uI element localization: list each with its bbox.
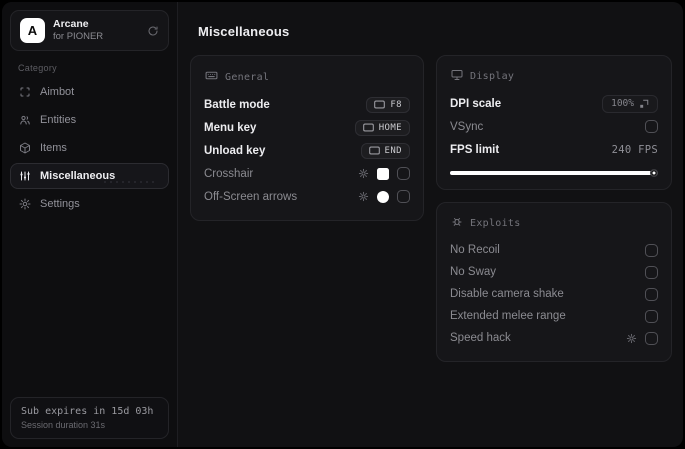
- exploits-panel-title: Exploits: [470, 218, 521, 229]
- app-logo: A: [20, 18, 45, 43]
- setting-label: VSync: [450, 120, 484, 133]
- checkbox-no-recoil[interactable]: [645, 243, 658, 257]
- setting-label: DPI scale: [450, 97, 502, 110]
- setting-label: Battle mode: [204, 98, 270, 111]
- keybind-battle-mode[interactable]: F8: [366, 96, 410, 113]
- gear-icon[interactable]: [358, 168, 369, 179]
- setting-row-extended-melee-range: Extended melee range: [450, 305, 658, 327]
- keybind-menu-key[interactable]: HOME: [354, 119, 410, 136]
- app-title: Arcane: [53, 18, 89, 30]
- setting-label: No Sway: [450, 266, 497, 278]
- setting-label: Menu key: [204, 121, 257, 134]
- page-title: Miscellaneous: [198, 24, 290, 39]
- dpi-scale-select[interactable]: 100%: [602, 94, 658, 113]
- display-panel: Display DPI scale 100% VSync FPS limit 2…: [436, 55, 672, 190]
- color-swatch[interactable]: [377, 167, 389, 180]
- sidebar-item-miscellaneous[interactable]: Miscellaneous: [10, 163, 169, 189]
- sidebar-item-label: Entities: [40, 114, 77, 126]
- fps-limit-value: 240 FPS: [611, 143, 658, 156]
- setting-label: Off-Screen arrows: [204, 190, 298, 203]
- keybind-value: HOME: [378, 122, 402, 133]
- setting-row-menu-key: Menu key HOME: [204, 116, 410, 139]
- setting-row-dpi-scale: DPI scale 100%: [450, 92, 658, 115]
- checkbox-crosshair[interactable]: [397, 167, 410, 180]
- miscellaneous-icon: [19, 170, 31, 182]
- session-duration-text: Session duration 31s: [21, 420, 106, 430]
- checkbox-vsync[interactable]: [645, 120, 658, 133]
- exploits-panel-header: Exploits: [451, 216, 658, 231]
- keybind-value: F8: [390, 99, 402, 110]
- keybind-value: END: [384, 145, 402, 156]
- setting-row-speed-hack: Speed hack: [450, 327, 658, 349]
- app-window: A Arcane for PIONER Category Aimbot Enti…: [2, 2, 683, 447]
- decorative-dots: [102, 179, 158, 185]
- checkbox-no-sway[interactable]: [645, 265, 658, 279]
- setting-row-crosshair: Crosshair: [204, 162, 410, 185]
- subscription-card: Sub expires in 15d 03h Session duration …: [10, 397, 169, 439]
- slider-track[interactable]: [450, 171, 658, 175]
- setting-row-unload-key: Unload key END: [204, 139, 410, 162]
- monitor-icon: [451, 69, 463, 84]
- sidebar-item-label: Settings: [40, 198, 80, 210]
- category-label: Category: [18, 63, 57, 73]
- general-panel-title: General: [225, 71, 270, 83]
- fps-limit-slider[interactable]: [450, 169, 658, 177]
- setting-label: FPS limit: [450, 143, 500, 156]
- sidebar-item-aimbot[interactable]: Aimbot: [10, 79, 169, 105]
- dpi-scale-value: 100%: [611, 98, 634, 109]
- setting-row-no-recoil: No Recoil: [450, 239, 658, 261]
- scale-icon: [640, 99, 649, 108]
- setting-label: Unload key: [204, 144, 266, 157]
- exploits-panel: Exploits No Recoil No Sway Disable camer…: [436, 202, 672, 362]
- sidebar-item-entities[interactable]: Entities: [10, 107, 169, 133]
- setting-row-offscreen-arrows: Off-Screen arrows: [204, 185, 410, 208]
- setting-row-disable-camera-shake: Disable camera shake: [450, 283, 658, 305]
- sidebar-item-label: Items: [40, 142, 67, 154]
- setting-row-fps-limit: FPS limit 240 FPS: [450, 138, 658, 161]
- items-icon: [19, 142, 31, 154]
- setting-label: Extended melee range: [450, 310, 566, 322]
- general-panel-header: General: [205, 69, 410, 85]
- checkbox-offscreen-arrows[interactable]: [397, 190, 410, 203]
- slider-thumb[interactable]: [650, 169, 658, 177]
- sub-expiry-text: Sub expires in 15d 03h: [21, 406, 154, 417]
- checkbox-extended-melee-range[interactable]: [645, 309, 658, 323]
- setting-label: Speed hack: [450, 332, 511, 344]
- bug-icon: [451, 216, 463, 231]
- keybind-unload-key[interactable]: END: [360, 142, 410, 159]
- entities-icon: [19, 114, 31, 126]
- keyboard-icon: [205, 69, 218, 85]
- general-panel: General Battle mode F8 Menu key HOME Unl…: [190, 55, 424, 221]
- sidebar-item-settings[interactable]: Settings: [10, 191, 169, 217]
- brand-card: A Arcane for PIONER: [10, 10, 169, 51]
- checkbox-disable-camera-shake[interactable]: [645, 287, 658, 301]
- brand-text: Arcane for PIONER: [53, 18, 139, 43]
- checkbox-speed-hack[interactable]: [645, 331, 658, 345]
- display-panel-title: Display: [470, 71, 515, 82]
- sidebar-nav: Aimbot Entities Items Miscellaneous Sett…: [2, 79, 177, 217]
- color-swatch[interactable]: [377, 190, 389, 203]
- setting-row-battle-mode: Battle mode F8: [204, 93, 410, 116]
- sidebar-item-label: Aimbot: [40, 86, 75, 98]
- main-content: Miscellaneous General Battle mode F8 Men…: [178, 2, 683, 447]
- setting-label: No Recoil: [450, 244, 500, 256]
- setting-label: Disable camera shake: [450, 288, 564, 300]
- app-subtitle: for PIONER: [53, 31, 104, 43]
- sidebar: A Arcane for PIONER Category Aimbot Enti…: [2, 2, 178, 447]
- gear-icon[interactable]: [626, 333, 637, 344]
- setting-label: Crosshair: [204, 167, 254, 180]
- setting-row-no-sway: No Sway: [450, 261, 658, 283]
- gear-icon[interactable]: [358, 191, 369, 202]
- sync-icon[interactable]: [147, 25, 159, 37]
- sidebar-item-items[interactable]: Items: [10, 135, 169, 161]
- gear-icon: [19, 198, 31, 210]
- display-panel-header: Display: [451, 69, 658, 84]
- setting-row-vsync: VSync: [450, 115, 658, 138]
- aimbot-icon: [19, 86, 31, 98]
